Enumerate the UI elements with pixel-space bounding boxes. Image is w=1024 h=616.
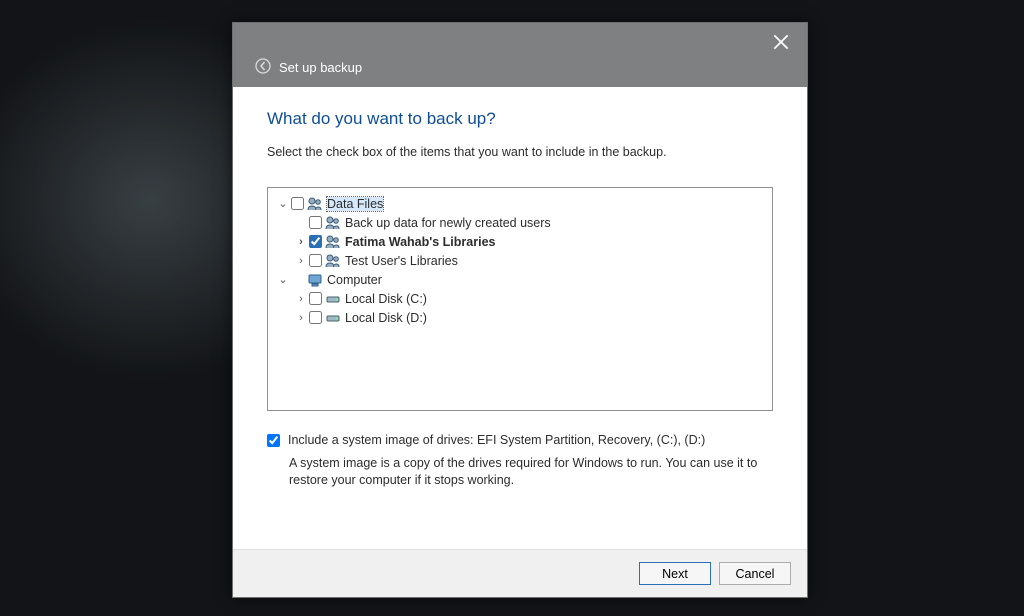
computer-icon [307,272,323,288]
tree-node-checkbox[interactable] [291,197,304,210]
tree-node[interactable]: › Local Disk (D:) [272,308,766,327]
users-icon [325,215,341,231]
users-icon [307,196,323,212]
tree-node-label[interactable]: Test User's Libraries [345,254,458,268]
dialog-content: What do you want to back up? Select the … [233,87,807,549]
tree-node[interactable]: ⌄ Computer [272,270,766,289]
page-heading: What do you want to back up? [267,109,773,129]
users-icon [325,234,341,250]
backup-items-tree[interactable]: ⌄ Data Files Back up data for newly creat… [267,187,773,411]
tree-node-label[interactable]: Local Disk (C:) [345,292,427,306]
cancel-button[interactable]: Cancel [719,562,791,585]
system-image-label[interactable]: Include a system image of drives: EFI Sy… [288,433,705,447]
tree-node[interactable]: Back up data for newly created users [272,213,766,232]
collapse-icon[interactable]: ⌄ [276,197,290,210]
expand-icon[interactable]: › [294,236,308,248]
drive-icon [325,291,341,307]
close-button[interactable] [763,29,799,55]
expand-icon[interactable]: › [294,312,308,324]
tree-node-checkbox[interactable] [309,254,322,267]
tree-node-label[interactable]: Fatima Wahab's Libraries [345,235,495,249]
users-icon [325,253,341,269]
tree-node-checkbox[interactable] [309,311,322,324]
drive-icon [325,310,341,326]
tree-node[interactable]: › Test User's Libraries [272,251,766,270]
tree-node-label[interactable]: Back up data for newly created users [345,216,551,230]
titlebar: Set up backup [233,23,807,87]
tree-node-checkbox[interactable] [309,235,322,248]
expand-icon[interactable]: › [294,255,308,267]
tree-node[interactable]: ⌄ Data Files [272,194,766,213]
tree-node-label[interactable]: Computer [327,273,382,287]
setup-backup-dialog: Set up backup What do you want to back u… [232,22,808,598]
tree-node[interactable]: › Local Disk (C:) [272,289,766,308]
system-image-checkbox[interactable] [267,434,280,447]
tree-node-label[interactable]: Data Files [327,197,383,211]
dialog-footer: Next Cancel [233,549,807,597]
window-title: Set up backup [279,60,362,75]
expand-icon[interactable]: › [294,293,308,305]
next-button[interactable]: Next [639,562,711,585]
collapse-icon[interactable]: ⌄ [276,273,290,286]
system-image-description: A system image is a copy of the drives r… [289,455,773,489]
tree-node-checkbox[interactable] [309,292,322,305]
wizard-back-icon[interactable] [255,58,271,77]
page-instruction: Select the check box of the items that y… [267,145,773,159]
tree-node-checkbox[interactable] [309,216,322,229]
tree-node-label[interactable]: Local Disk (D:) [345,311,427,325]
tree-node[interactable]: › Fatima Wahab's Libraries [272,232,766,251]
